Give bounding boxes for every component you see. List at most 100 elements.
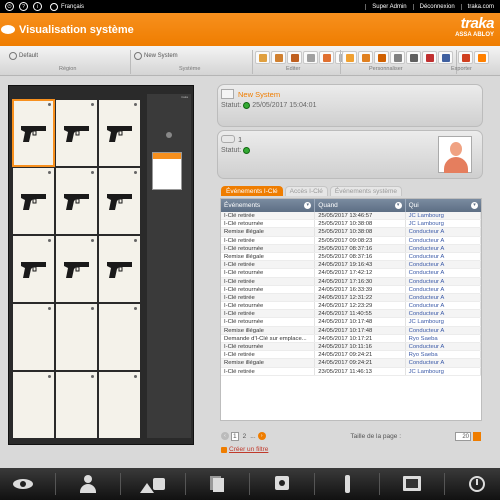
display-icon[interactable] xyxy=(398,474,426,494)
who-cell[interactable]: Conducteur A xyxy=(406,261,481,269)
export-tool-icon[interactable] xyxy=(474,51,489,64)
table-row[interactable]: Remise illégale 25/05/2017 08:37:16 Conduc… xyxy=(221,252,481,262)
export-tool-icon[interactable] xyxy=(458,51,473,64)
table-row[interactable]: I-Clé retirée 23/05/2017 11:46:13 JC Lambo… xyxy=(221,367,481,376)
cabinet-slot[interactable] xyxy=(99,304,140,370)
who-cell[interactable]: Conducteur A xyxy=(406,277,481,285)
column-header-when[interactable]: Quand ▾ xyxy=(315,199,406,212)
who-cell[interactable]: JC Lambourg xyxy=(406,318,481,326)
page-ellipsis[interactable]: ... xyxy=(250,433,255,440)
cabinet-screen[interactable] xyxy=(152,152,182,190)
cabinet-slot[interactable] xyxy=(56,100,97,166)
who-cell[interactable]: Conducteur A xyxy=(406,302,481,310)
cabinet-slot[interactable] xyxy=(13,168,54,234)
cabinet-slot[interactable] xyxy=(13,304,54,370)
cabinet-slot[interactable] xyxy=(99,100,140,166)
table-row[interactable]: I-Clé retirée 24/05/2017 09:24:21 Ryo Saeb… xyxy=(221,351,481,360)
settings-icon[interactable] xyxy=(268,474,296,494)
chevron-down-icon[interactable]: ▾ xyxy=(304,202,312,209)
shapes-icon[interactable] xyxy=(139,474,167,494)
table-row[interactable]: Remise illégale 24/05/2017 10:17:48 Conduc… xyxy=(221,326,481,335)
history-icon[interactable] xyxy=(463,474,491,494)
table-row[interactable]: I-Clé retournée 24/05/2017 17:42:12 Conduc… xyxy=(221,269,481,278)
who-cell[interactable]: Conducteur A xyxy=(406,310,481,318)
cabinet-slot[interactable] xyxy=(56,372,97,438)
edit-tool-icon[interactable] xyxy=(319,51,334,64)
edit-tool-icon[interactable] xyxy=(271,51,286,64)
edit-tool-icon[interactable] xyxy=(303,51,318,64)
cabinet-slot[interactable] xyxy=(56,168,97,234)
table-row[interactable]: Remise illégale 25/05/2017 10:38:08 Conduc… xyxy=(221,228,481,237)
table-row[interactable]: I-Clé retournée 25/05/2017 08:37:16 Conduc… xyxy=(221,244,481,253)
table-row[interactable]: I-Clé retirée 25/05/2017 09:08:23 Conducte… xyxy=(221,236,481,245)
customize-tool-icon[interactable] xyxy=(422,51,437,64)
who-cell[interactable]: JC Lambourg xyxy=(406,212,481,220)
table-row[interactable]: I-Clé retournée 24/05/2017 10:17:48 JC Lam… xyxy=(221,318,481,327)
customize-tool-icon[interactable] xyxy=(390,51,405,64)
table-row[interactable]: I-Clé retirée 24/05/2017 11:40:55 Conducte… xyxy=(221,310,481,319)
chevron-down-icon[interactable]: ▾ xyxy=(471,202,479,209)
cabinet-slot[interactable] xyxy=(99,168,140,234)
table-row[interactable]: I-Clé retirée 24/05/2017 19:16:43 Conducte… xyxy=(221,261,481,270)
edit-tool-icon[interactable] xyxy=(255,51,270,64)
page-1-button[interactable]: 1 xyxy=(231,431,239,441)
who-cell[interactable]: Conducteur A xyxy=(406,244,481,252)
table-row[interactable]: I-Clé retournée 24/05/2017 12:23:29 Conduc… xyxy=(221,302,481,311)
key-icon[interactable] xyxy=(333,474,361,494)
page-size-select[interactable]: 20 xyxy=(455,431,471,441)
create-filter-link[interactable]: Créer un filtre xyxy=(221,446,268,453)
who-cell[interactable]: JC Lambourg xyxy=(406,220,481,228)
power-icon[interactable]: ⏻ xyxy=(5,2,14,11)
who-cell[interactable]: Conducteur A xyxy=(406,326,481,334)
table-row[interactable]: I-Clé retirée 25/05/2017 13:46:57 JC Lambo… xyxy=(221,212,481,221)
cabinet-slot[interactable] xyxy=(13,372,54,438)
system-name[interactable]: New System xyxy=(238,90,280,99)
table-row[interactable]: I-Clé retirée 24/05/2017 12:31:22 Conducte… xyxy=(221,293,481,303)
site-link[interactable]: traka.com xyxy=(460,3,500,10)
user-icon[interactable] xyxy=(74,474,102,494)
who-cell[interactable]: Ryo Saeba xyxy=(406,334,481,342)
documents-icon[interactable] xyxy=(203,474,231,494)
tab-system-events[interactable]: Événements système xyxy=(329,186,403,196)
customize-tool-icon[interactable] xyxy=(406,51,421,64)
column-header-who[interactable]: Qui ▾ xyxy=(406,199,481,212)
eye-icon[interactable] xyxy=(9,474,37,494)
who-cell[interactable]: Ryo Saeba xyxy=(406,351,481,359)
previous-page-button[interactable]: ‹ xyxy=(221,432,229,440)
who-cell[interactable]: Conducteur A xyxy=(406,252,481,261)
chevron-down-icon[interactable]: ▾ xyxy=(394,202,402,209)
help-icon[interactable]: ? xyxy=(19,2,28,11)
table-row[interactable]: I-Clé retirée 24/05/2017 17:16:30 Conducte… xyxy=(221,277,481,286)
cabinet-slot[interactable] xyxy=(13,236,54,302)
table-row[interactable]: I-Clé retournée 25/05/2017 10:38:08 JC Lam… xyxy=(221,220,481,229)
chevron-down-icon[interactable] xyxy=(473,431,481,441)
who-cell[interactable]: Conducteur A xyxy=(406,359,481,367)
customize-tool-icon[interactable] xyxy=(438,51,453,64)
region-selector[interactable]: Default xyxy=(9,52,38,60)
who-cell[interactable]: Conducteur A xyxy=(406,285,481,293)
table-row[interactable]: I-Clé retournée 24/05/2017 10:11:16 Conduc… xyxy=(221,343,481,352)
who-cell[interactable]: Conducteur A xyxy=(406,343,481,351)
customize-tool-icon[interactable] xyxy=(342,51,357,64)
cabinet-slot[interactable] xyxy=(12,99,55,167)
column-header-events[interactable]: Événements ▾ xyxy=(221,199,316,212)
who-cell[interactable]: Conducteur A xyxy=(406,236,481,244)
info-icon[interactable]: i xyxy=(33,2,42,11)
table-row[interactable]: I-Clé retournée 24/05/2017 16:33:39 Conduc… xyxy=(221,285,481,294)
page-2-button[interactable]: 2 xyxy=(243,433,247,440)
cabinet-slot[interactable] xyxy=(56,304,97,370)
cabinet-slot[interactable] xyxy=(56,236,97,302)
language-selector[interactable]: Français xyxy=(50,2,84,11)
customize-tool-icon[interactable] xyxy=(374,51,389,64)
who-cell[interactable]: JC Lambourg xyxy=(406,367,481,375)
who-cell[interactable]: Conducteur A xyxy=(406,228,481,236)
tab-iclé-events[interactable]: Événements I-Clé xyxy=(221,186,283,196)
who-cell[interactable]: Conducteur A xyxy=(406,269,481,277)
next-page-button[interactable]: › xyxy=(257,432,266,440)
table-row[interactable]: Remise illégale 24/05/2017 09:24:21 Conduc… xyxy=(221,359,481,368)
tab-iclé-access[interactable]: Accès I-Clé xyxy=(284,186,328,196)
edit-tool-icon[interactable] xyxy=(287,51,302,64)
system-selector[interactable]: New System xyxy=(134,52,178,60)
table-row[interactable]: Demande d'I-Clé sur emplace... 24/05/2017… xyxy=(221,334,481,343)
cabinet-slot[interactable] xyxy=(99,372,140,438)
